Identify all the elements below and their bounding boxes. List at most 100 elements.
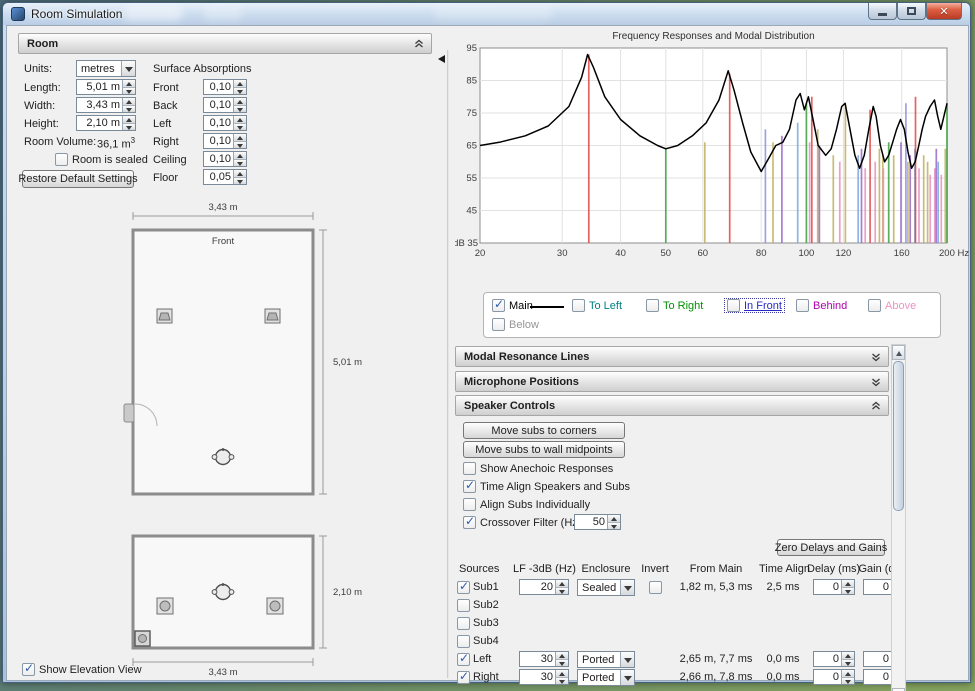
zero-delays-gains-button[interactable]: Zero Delays and Gains [777,539,885,556]
legend-item-to-right[interactable]: To Right [646,299,703,312]
spinner-buttons[interactable] [233,170,246,184]
splitter-collapse-icon[interactable] [438,55,445,63]
expand-down-chevron-icon[interactable] [870,351,882,363]
spinner-up-icon[interactable] [556,580,568,588]
spinner-down-icon[interactable] [234,88,246,95]
height-spinner[interactable]: 2,10 m [76,115,136,131]
spinner-buttons[interactable] [841,670,854,684]
collapse-up-chevron-icon[interactable] [413,38,425,50]
spinner-buttons[interactable] [122,116,135,130]
right-delay-spinner[interactable]: 0 [813,669,855,685]
spinner-buttons[interactable] [122,80,135,94]
minimize-button[interactable] [868,3,897,20]
align-subs-individually-checkbox[interactable] [463,498,476,511]
spinner-down-icon[interactable] [608,523,620,530]
scrollbar-thumb[interactable] [893,361,904,511]
left-enable-checkbox[interactable] [457,653,470,666]
title-bar[interactable]: Room Simulation ✕ [3,3,970,25]
right-enclosure-dropdown[interactable]: Ported [577,669,635,686]
spinner-up-icon[interactable] [556,652,568,660]
above-trace-checkbox[interactable] [868,299,881,312]
scroll-up-button[interactable] [892,345,905,360]
spinner-buttons[interactable] [555,580,568,594]
to-right-trace-checkbox[interactable] [646,299,659,312]
legend-item-above[interactable]: Above [868,299,916,312]
spinner-down-icon[interactable] [234,178,246,185]
move-subs-midpoints-button[interactable]: Move subs to wall midpoints [463,441,625,458]
spinner-up-icon[interactable] [842,652,854,660]
legend-item-below[interactable]: Below [492,318,539,331]
right-speaker-icon[interactable] [265,309,280,323]
sub2-enable-checkbox[interactable] [457,599,470,612]
in-front-trace-checkbox[interactable] [727,299,740,312]
room-section-header[interactable]: Room [18,33,432,54]
left-delay-spinner[interactable]: 0 [813,651,855,667]
sub1-enable-checkbox[interactable] [457,581,470,594]
surface-back-spinner[interactable]: 0,10 [203,97,247,113]
spinner-down-icon[interactable] [234,124,246,131]
spinner-up-icon[interactable] [842,670,854,678]
spinner-down-icon[interactable] [123,88,135,95]
spinner-down-icon[interactable] [842,588,854,595]
below-trace-checkbox[interactable] [492,318,505,331]
split-pane-divider[interactable] [447,50,449,678]
spinner-up-icon[interactable] [234,98,246,106]
units-dropdown[interactable]: metres [76,60,136,77]
to-left-trace-checkbox[interactable] [572,299,585,312]
right-lf-spinner[interactable]: 30 [519,669,569,685]
main-trace-checkbox[interactable] [492,299,505,312]
spinner-up-icon[interactable] [556,670,568,678]
collapse-up-chevron-icon[interactable] [870,400,882,412]
legend-item-in-front[interactable]: In Front [724,298,785,313]
spinner-down-icon[interactable] [842,660,854,667]
right-speaker-elevation-icon[interactable] [267,598,283,614]
anechoic-responses-checkbox[interactable] [463,462,476,475]
crossover-filter-checkbox[interactable] [463,516,476,529]
sub1-invert-checkbox[interactable] [649,581,662,594]
sub4-enable-checkbox[interactable] [457,635,470,648]
spinner-down-icon[interactable] [234,106,246,113]
left-enclosure-dropdown[interactable]: Ported [577,651,635,668]
crossover-frequency-spinner[interactable]: 50 [574,514,621,530]
modal-resonance-section-header[interactable]: Modal Resonance Lines [455,346,889,367]
spinner-buttons[interactable] [555,652,568,666]
spinner-buttons[interactable] [233,152,246,166]
spinner-up-icon[interactable] [234,152,246,160]
dropdown-arrow-icon[interactable] [620,580,634,595]
spinner-down-icon[interactable] [556,588,568,595]
restore-defaults-button[interactable]: Restore Default Settings [22,170,134,188]
spinner-down-icon[interactable] [123,124,135,131]
spinner-buttons[interactable] [233,80,246,94]
spinner-buttons[interactable] [841,652,854,666]
show-elevation-checkbox[interactable] [22,663,35,676]
dropdown-arrow-icon[interactable] [121,61,135,76]
spinner-down-icon[interactable] [234,160,246,167]
sub3-enable-checkbox[interactable] [457,617,470,630]
spinner-up-icon[interactable] [123,98,135,106]
right-enable-checkbox[interactable] [457,671,470,684]
spinner-buttons[interactable] [233,116,246,130]
dropdown-arrow-icon[interactable] [620,670,634,685]
spinner-up-icon[interactable] [234,116,246,124]
spinner-buttons[interactable] [841,580,854,594]
time-align-checkbox[interactable] [463,480,476,493]
spinner-buttons[interactable] [233,98,246,112]
spinner-down-icon[interactable] [556,660,568,667]
spinner-up-icon[interactable] [842,580,854,588]
spinner-down-icon[interactable] [234,142,246,149]
room-sealed-checkbox[interactable] [55,153,68,166]
microphone-positions-section-header[interactable]: Microphone Positions [455,371,889,392]
spinner-buttons[interactable] [555,670,568,684]
surface-floor-spinner[interactable]: 0,05 [203,169,247,185]
length-spinner[interactable]: 5,01 m [76,79,136,95]
move-subs-corners-button[interactable]: Move subs to corners [463,422,625,439]
spinner-up-icon[interactable] [123,116,135,124]
spinner-up-icon[interactable] [234,134,246,142]
legend-item-behind[interactable]: Behind [796,299,847,312]
vertical-scrollbar[interactable] [891,344,906,691]
surface-ceiling-spinner[interactable]: 0,10 [203,151,247,167]
close-button[interactable]: ✕ [926,3,962,20]
spinner-buttons[interactable] [233,134,246,148]
expand-down-chevron-icon[interactable] [870,376,882,388]
dropdown-arrow-icon[interactable] [620,652,634,667]
